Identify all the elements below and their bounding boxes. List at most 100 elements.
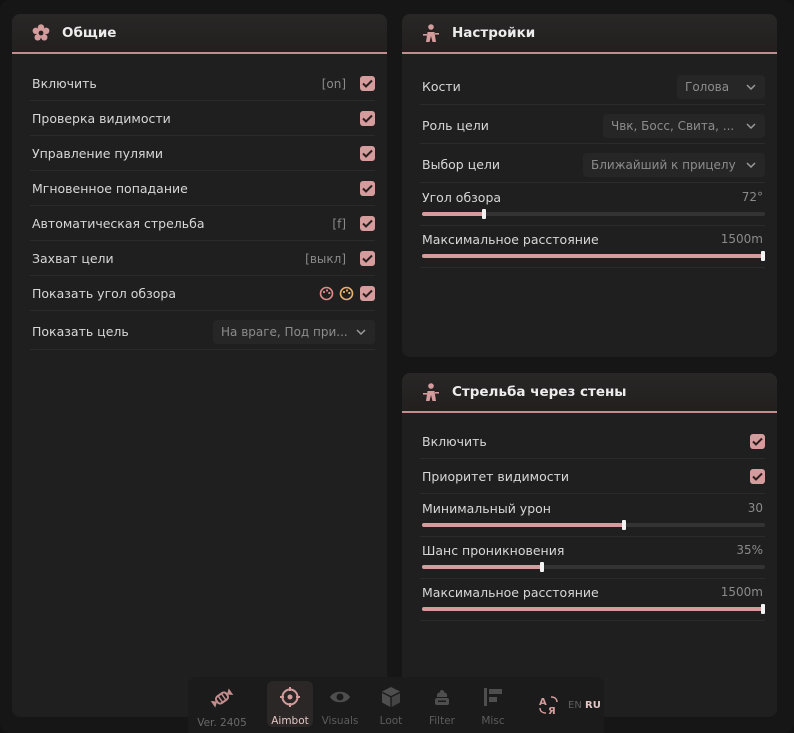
auto-fire-checkbox[interactable]: [360, 216, 375, 231]
row-target-lock: Захват цели [выкл]: [30, 242, 375, 276]
slider-thumb[interactable]: [761, 251, 765, 261]
enable-checkbox[interactable]: [360, 76, 375, 91]
slider-thumb[interactable]: [622, 520, 627, 530]
bones-dropdown[interactable]: Голова: [677, 74, 765, 99]
tab-misc[interactable]: Misc: [470, 681, 516, 727]
version-label: Ver. 2405: [197, 717, 247, 729]
row-label: Показать угол обзора: [32, 286, 177, 301]
row-auto-fire: Автоматическая стрельба [f]: [30, 207, 375, 241]
row-target-role: Роль цели Чвк, Босс, Свита, ...: [420, 108, 765, 144]
tab-visuals[interactable]: Visuals: [317, 681, 363, 727]
misc-icon: [482, 686, 504, 712]
row-label: Максимальное расстояние: [422, 232, 599, 247]
row-wallshot-enable: Включить: [420, 425, 765, 459]
slider-thumb[interactable]: [481, 209, 486, 219]
filter-icon: [431, 686, 453, 712]
checkmark-icon: [362, 219, 373, 228]
slider-value: 35%: [736, 543, 763, 557]
slider-fill: [422, 607, 765, 611]
checkmark-icon: [362, 289, 373, 298]
max-distance-slider[interactable]: [422, 251, 765, 261]
row-label: Проверка видимости: [32, 111, 171, 126]
checkmark-icon: [362, 254, 373, 263]
checkmark-icon: [362, 79, 373, 88]
row-label: Включить: [422, 434, 487, 449]
settings-header: Настройки: [402, 14, 777, 54]
row-label: Кости: [422, 79, 461, 94]
row-fov: Угол обзора 72°: [420, 184, 765, 226]
target-lock-checkbox[interactable]: [360, 251, 375, 266]
wallshot-panel: Стрельба через стены Включить Приоритет …: [402, 373, 777, 717]
tab-aimbot[interactable]: Aimbot: [267, 681, 313, 727]
eye-icon: [329, 686, 351, 712]
slider-thumb[interactable]: [540, 562, 545, 572]
lang-ru[interactable]: RU: [585, 700, 601, 711]
lang-en[interactable]: EN: [568, 700, 582, 711]
target-role-dropdown[interactable]: Чвк, Босс, Свита, ...: [603, 113, 765, 138]
row-label: Захват цели: [32, 251, 114, 266]
row-enable: Включить [on]: [30, 67, 375, 101]
version-badge: Ver. 2405: [194, 681, 250, 729]
dropdown-value: Ближайший к прицелу: [591, 157, 736, 172]
tab-label: Misc: [481, 715, 505, 727]
keybind[interactable]: [on]: [322, 77, 346, 91]
slider-value: 1500m: [720, 585, 763, 599]
color-palette-icon[interactable]: [339, 286, 354, 301]
slider-fill: [422, 565, 543, 569]
visibility-check-checkbox[interactable]: [360, 111, 375, 126]
show-fov-checkbox[interactable]: [360, 286, 375, 301]
target-select-dropdown[interactable]: Ближайший к прицелу: [583, 152, 765, 177]
min-damage-slider[interactable]: [422, 520, 765, 530]
svg-text:A: A: [539, 697, 547, 708]
row-label: Минимальный урон: [422, 501, 551, 516]
bullet-control-checkbox[interactable]: [360, 146, 375, 161]
slider-value: 30: [747, 501, 763, 515]
penetration-slider[interactable]: [422, 562, 765, 572]
crosshair-icon: [279, 686, 301, 712]
chevron-down-icon: [745, 122, 757, 129]
row-bones: Кости Голова: [420, 69, 765, 105]
instant-hit-checkbox[interactable]: [360, 181, 375, 196]
checkmark-icon: [752, 472, 763, 481]
checkmark-icon: [362, 114, 373, 123]
app-window: Общие Включить [on] Проверка видимости У…: [0, 0, 794, 733]
checkmark-icon: [362, 184, 373, 193]
row-label: Роль цели: [422, 118, 489, 133]
row-label: Выбор цели: [422, 157, 501, 172]
general-title: Общие: [62, 25, 117, 41]
tab-filter[interactable]: Filter: [419, 681, 465, 727]
slider-fill: [422, 254, 765, 258]
row-show-fov: Показать угол обзора: [30, 277, 375, 311]
general-panel: Общие Включить [on] Проверка видимости У…: [12, 14, 387, 717]
row-visibility-check: Проверка видимости: [30, 102, 375, 136]
tab-label: Loot: [379, 715, 403, 727]
translate-icon[interactable]: A Я: [538, 694, 560, 720]
box-icon: [380, 686, 402, 712]
wallshot-max-distance-slider[interactable]: [422, 604, 765, 614]
checkmark-icon: [752, 437, 763, 446]
row-label: Автоматическая стрельба: [32, 216, 205, 231]
slider-fill: [422, 212, 484, 216]
row-label: Угол обзора: [422, 190, 502, 205]
dropdown-value: Голова: [685, 79, 730, 94]
row-visibility-priority: Приоритет видимости: [420, 460, 765, 494]
row-target-select: Выбор цели Ближайший к прицелу: [420, 147, 765, 183]
tab-loot[interactable]: Loot: [368, 681, 414, 727]
slider-thumb[interactable]: [761, 604, 765, 614]
keybind[interactable]: [выкл]: [305, 252, 346, 266]
person-target-icon: [420, 22, 442, 44]
color-palette-icon[interactable]: [319, 286, 334, 301]
wallshot-enable-checkbox[interactable]: [750, 434, 765, 449]
candy-icon: [209, 686, 235, 714]
dropdown-value: Чвк, Босс, Свита, ...: [611, 118, 735, 133]
dropdown-value: На враге, Под при...: [221, 324, 348, 339]
row-label: Показать цель: [32, 324, 129, 339]
fov-slider[interactable]: [422, 209, 765, 219]
tab-label: Filter: [428, 715, 455, 727]
keybind[interactable]: [f]: [332, 217, 346, 231]
general-header: Общие: [12, 14, 387, 54]
show-target-dropdown[interactable]: На враге, Под при...: [213, 319, 375, 344]
visibility-priority-checkbox[interactable]: [750, 469, 765, 484]
row-label: Приоритет видимости: [422, 469, 570, 484]
chevron-down-icon: [745, 161, 757, 168]
